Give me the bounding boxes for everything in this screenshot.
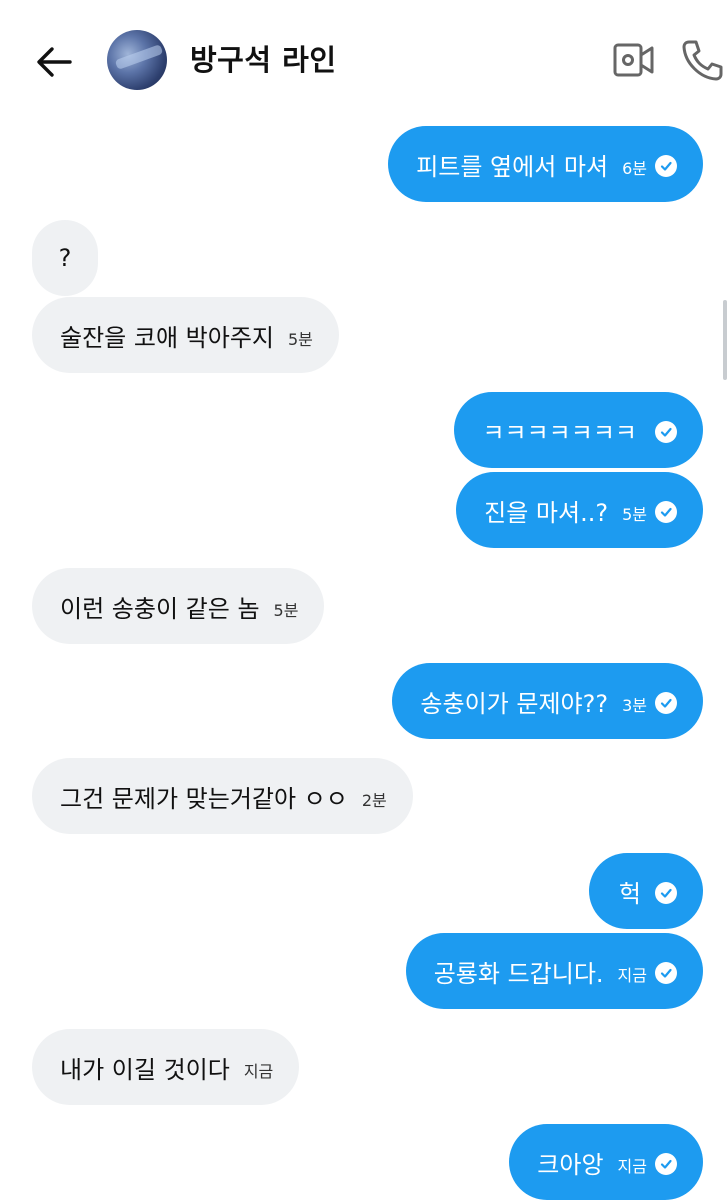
read-check-icon (655, 1153, 677, 1175)
read-check-icon (655, 501, 677, 523)
message-bubble-outgoing[interactable]: 공룡화 드갑니다. 지금 (405, 933, 703, 1009)
message-time: 3분 (622, 696, 647, 715)
message-text: 공룡화 드갑니다. (433, 959, 604, 988)
message-time: 5분 (287, 330, 313, 349)
message-bubble-outgoing[interactable]: 헉 (588, 853, 703, 929)
message-text: ? (58, 244, 72, 272)
message-bubble-incoming[interactable]: 그건 문제가 맞는거같아 ㅇㅇ 2분 (32, 758, 413, 834)
message-time: 지금 (243, 1062, 274, 1081)
message-bubble-incoming[interactable]: 내가 이길 것이다 지금 (32, 1029, 300, 1105)
read-check-icon (655, 155, 677, 177)
message-time: 5분 (273, 601, 299, 620)
read-check-icon (655, 962, 677, 984)
message-text: 진을 마셔..? (484, 498, 609, 527)
message-text: 헉 (618, 879, 641, 908)
message-time: 지금 (617, 966, 647, 985)
message-text: 그건 문제가 맞는거같아 ㅇㅇ (60, 784, 348, 813)
message-bubble-outgoing[interactable]: ㅋㅋㅋㅋㅋㅋㅋ (454, 392, 703, 468)
read-check-icon (655, 692, 677, 714)
message-bubble-incoming[interactable]: 술잔을 코애 박아주지 5분 (32, 297, 339, 373)
message-bubble-outgoing[interactable]: 피트를 옆에서 마셔 6분 (388, 126, 703, 202)
message-bubble-outgoing[interactable]: 송충이가 문제야?? 3분 (392, 663, 703, 739)
message-text: 술잔을 코애 박아주지 (60, 323, 274, 352)
message-time: 6분 (622, 159, 647, 178)
message-text: 크아앙 (537, 1150, 604, 1179)
message-bubble-outgoing[interactable]: 크아앙 지금 (509, 1124, 703, 1200)
message-list: 피트를 옆에서 마셔 6분 ? 술잔을 코애 박아주지 5분 ㅋㅋㅋㅋㅋㅋㅋ 진… (0, 0, 728, 1200)
message-bubble-incoming[interactable]: 이런 송충이 같은 놈 5분 (32, 568, 325, 644)
message-text: 내가 이길 것이다 (60, 1055, 230, 1084)
message-time: 지금 (617, 1157, 647, 1176)
message-bubble-outgoing[interactable]: 진을 마셔..? 5분 (456, 472, 703, 548)
message-text: ㅋㅋㅋㅋㅋㅋㅋ (482, 418, 637, 447)
message-text: 송충이가 문제야?? (420, 689, 609, 718)
read-check-icon (655, 421, 677, 443)
message-text: 피트를 옆에서 마셔 (416, 152, 609, 181)
message-time: 2분 (361, 791, 387, 810)
message-bubble-incoming[interactable]: ? (32, 220, 98, 296)
message-text: 이런 송충이 같은 놈 (60, 594, 260, 623)
message-time: 5분 (622, 505, 647, 524)
read-check-icon (655, 882, 677, 904)
